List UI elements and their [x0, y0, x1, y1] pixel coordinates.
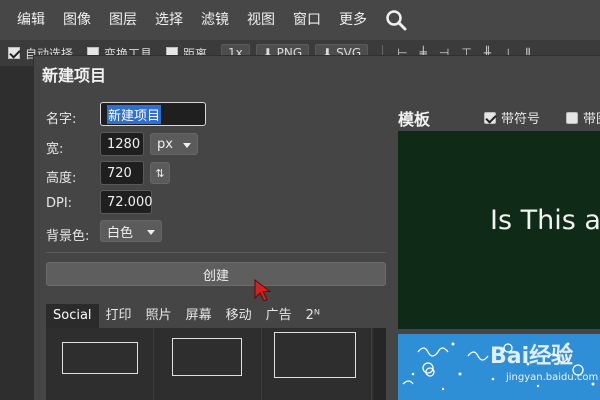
menu-select[interactable]: 选择	[146, 0, 192, 40]
preset-grid	[46, 328, 386, 400]
preset-thumbnail	[62, 342, 138, 374]
unit-value: px	[157, 136, 173, 152]
height-value: 720	[107, 165, 132, 181]
preset-item[interactable]	[154, 328, 262, 400]
menu-image[interactable]: 图像	[54, 0, 100, 40]
menu-layer[interactable]: 图层	[100, 0, 146, 40]
chevron-down-icon	[147, 230, 155, 235]
mouse-cursor-icon	[254, 278, 272, 302]
with-image-label: 带图	[583, 112, 600, 127]
form-divider	[46, 252, 386, 253]
watermark-url: jingyan.baidu.com	[506, 372, 599, 383]
dpi-input[interactable]: 72.000	[100, 190, 153, 214]
height-label: 高度:	[46, 171, 77, 186]
tab-ads[interactable]: 广告	[259, 304, 299, 328]
dpi-value: 72.000	[107, 194, 153, 210]
width-value: 1280	[107, 136, 141, 152]
chevron-down-icon	[183, 143, 191, 148]
unit-select[interactable]: px	[150, 133, 198, 155]
width-label: 宽:	[46, 142, 64, 157]
menu-filter[interactable]: 滤镜	[192, 0, 238, 40]
templates-title: 模板	[398, 110, 431, 129]
height-input[interactable]: 720	[100, 161, 144, 185]
auto-select-checkbox[interactable]	[8, 47, 20, 59]
name-label: 名字:	[46, 112, 77, 127]
with-image-checkbox[interactable]	[566, 111, 578, 124]
background-select[interactable]: 白色	[100, 220, 162, 242]
width-input[interactable]: 1280	[100, 132, 144, 156]
with-symbols-label: 带符号	[501, 112, 541, 127]
preset-item[interactable]	[262, 328, 372, 400]
name-input[interactable]: 新建项目	[100, 102, 206, 126]
menu-view[interactable]: 视图	[238, 0, 284, 40]
name-input-selection: 新建项目	[107, 104, 162, 124]
tab-print[interactable]: 打印	[99, 304, 139, 328]
menu-more[interactable]: 更多	[330, 0, 376, 40]
watermark-logo: Bai经验	[490, 344, 574, 369]
search-icon[interactable]	[384, 8, 408, 32]
preset-item[interactable]	[46, 328, 154, 400]
template-card-chalkboard[interactable]: Is This a	[398, 131, 600, 329]
menu-edit[interactable]: 编辑	[8, 0, 54, 40]
template-card-text: Is This a	[490, 205, 600, 236]
dpi-label: DPI:	[46, 196, 73, 211]
swap-dimensions-button[interactable]: ⇅	[150, 162, 170, 184]
left-tool-strip	[0, 66, 34, 400]
create-label: 创建	[202, 268, 229, 284]
tab-power-of-two[interactable]: 2ᴺ	[299, 304, 327, 328]
background-value: 白色	[107, 225, 134, 241]
menu-window[interactable]: 窗口	[284, 0, 330, 40]
with-symbols-toggle[interactable]: 带符号	[484, 108, 540, 127]
preset-tabs: Social 打印 照片 屏幕 移动 广告 2ᴺ	[46, 304, 327, 328]
with-image-toggle[interactable]: 带图	[566, 108, 600, 127]
tab-social[interactable]: Social	[46, 304, 99, 328]
menu-bar: 编辑 图像 图层 选择 滤镜 视图 窗口 更多	[0, 0, 600, 40]
watermark: Bai经验 jingyan.baidu.com	[490, 338, 600, 400]
with-symbols-checkbox[interactable]	[484, 111, 496, 124]
tab-mobile[interactable]: 移动	[219, 304, 259, 328]
create-button[interactable]: 创建	[46, 262, 386, 286]
tab-photo[interactable]: 照片	[139, 304, 179, 328]
preset-thumbnail	[172, 338, 242, 376]
dialog-title: 新建项目	[42, 66, 107, 85]
swap-icon: ⇅	[155, 166, 165, 180]
preset-thumbnail	[274, 332, 356, 378]
background-label: 背景色:	[46, 229, 90, 244]
preset-scrollbar[interactable]	[374, 328, 386, 400]
tab-screen[interactable]: 屏幕	[179, 304, 219, 328]
